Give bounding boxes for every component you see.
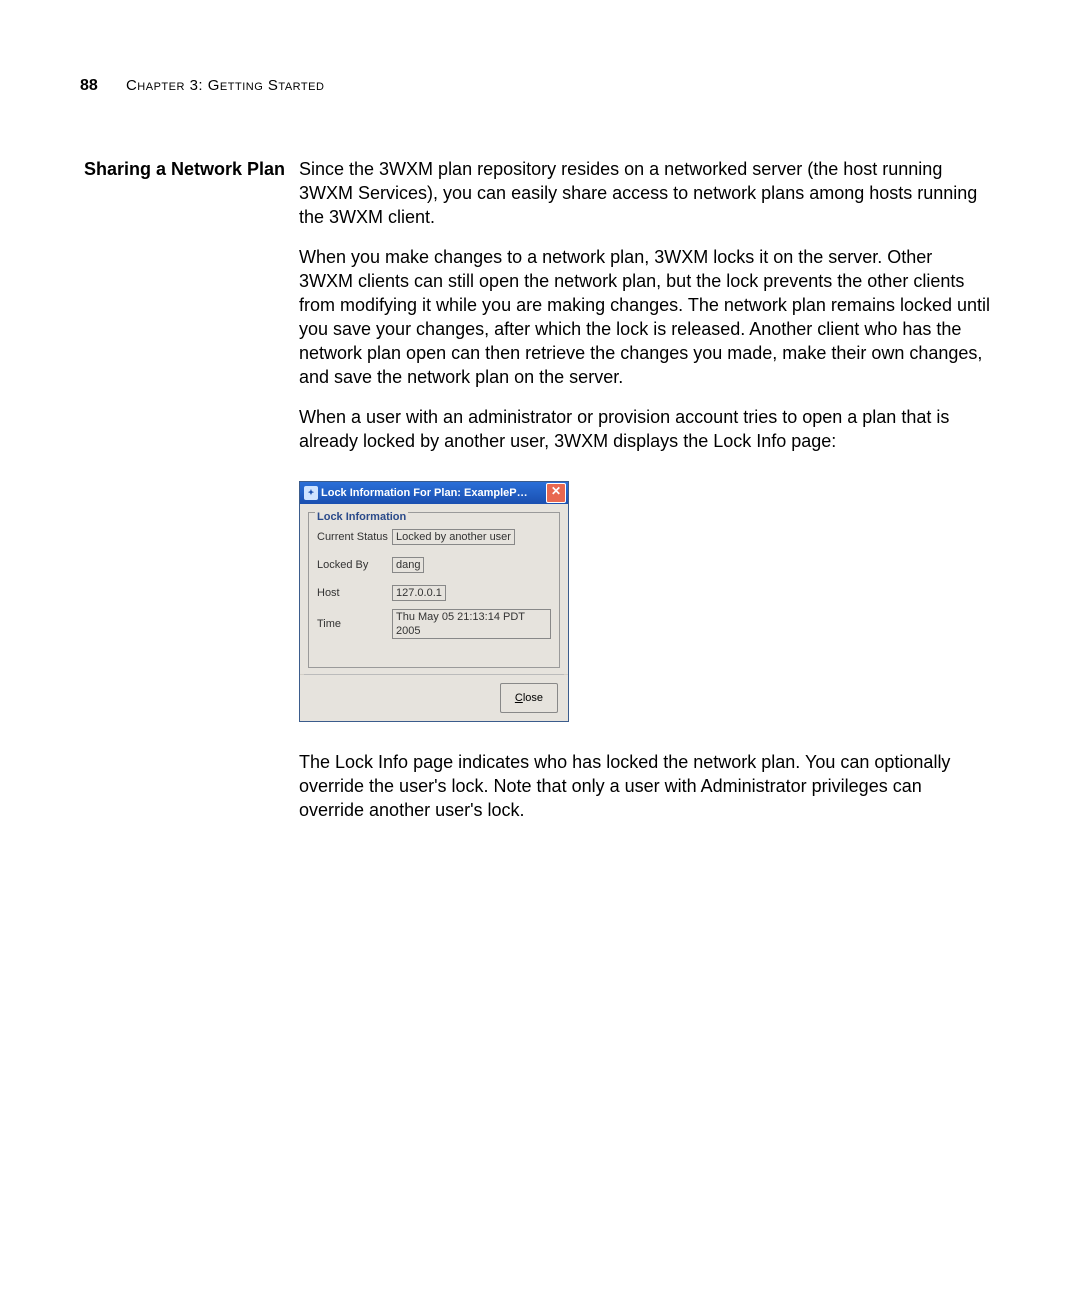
row-host: Host 127.0.0.1 [317,581,551,605]
paragraph-1: Since the 3WXM plan repository resides o… [299,157,990,229]
chapter-label: Chapter 3: Getting Started [126,77,324,94]
label-locked-by: Locked By [317,553,392,577]
body-column: Since the 3WXM plan repository resides o… [299,157,990,838]
dialog-footer: Close [300,675,568,721]
paragraph-2: When you make changes to a network plan,… [299,245,990,389]
value-host: 127.0.0.1 [392,585,446,601]
page-number: 88 [80,77,98,94]
paragraph-3: When a user with an administrator or pro… [299,405,990,453]
app-icon: ✦ [304,486,318,500]
dialog-title: Lock Information For Plan: ExampleP… [321,481,546,505]
section-heading: Sharing a Network Plan [80,157,299,181]
content-row: Sharing a Network Plan Since the 3WXM pl… [80,157,990,838]
label-time: Time [317,612,392,636]
groupbox-title: Lock Information [315,505,408,529]
paragraph-4: The Lock Info page indicates who has loc… [299,750,990,822]
dialog-body: Lock Information Current Status Locked b… [300,504,568,674]
page-header: 88 Chapter 3: Getting Started [80,77,990,95]
label-host: Host [317,581,392,605]
dialog-titlebar: ✦ Lock Information For Plan: ExampleP… ✕ [300,482,568,504]
row-locked-by: Locked By dang [317,553,551,577]
value-current-status: Locked by another user [392,529,515,545]
close-icon[interactable]: ✕ [546,483,566,503]
close-button[interactable]: Close [500,683,558,713]
page: 88 Chapter 3: Getting Started Sharing a … [0,0,1080,838]
value-time: Thu May 05 21:13:14 PDT 2005 [392,609,551,639]
value-locked-by: dang [392,557,424,573]
row-time: Time Thu May 05 21:13:14 PDT 2005 [317,609,551,639]
lock-information-groupbox: Lock Information Current Status Locked b… [308,512,560,668]
lock-info-dialog: ✦ Lock Information For Plan: ExampleP… ✕… [299,481,569,722]
